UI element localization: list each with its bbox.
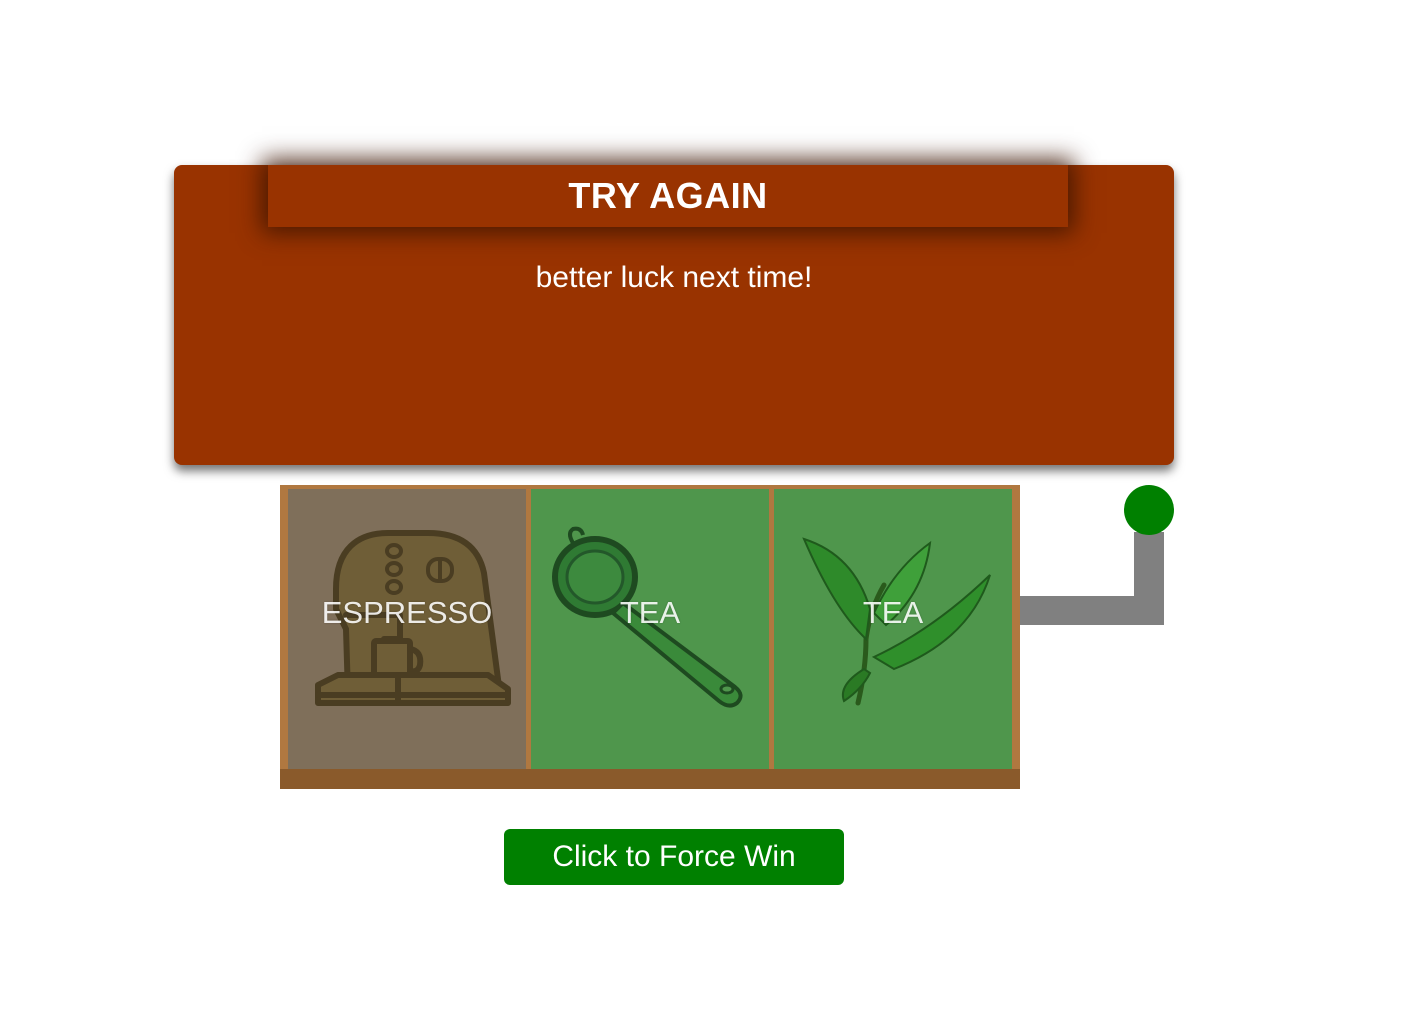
reel-1-label: ESPRESSO (321, 595, 493, 630)
lever-knob[interactable] (1124, 485, 1174, 535)
result-message: better luck next time! (535, 261, 813, 294)
reel-2-label: TEA (619, 595, 681, 630)
machine-base (280, 769, 1020, 789)
result-panel: TRY AGAIN better luck next time! (174, 165, 1174, 465)
slot-machine-game: TRY AGAIN better luck next time! ESPRESS… (0, 0, 1404, 1030)
lever-arm-vertical (1134, 532, 1164, 625)
reel-3-label: TEA (862, 595, 924, 630)
reel-2: TEA (531, 489, 769, 769)
force-win-button[interactable]: Click to Force Win (504, 829, 844, 885)
result-title: TRY AGAIN (268, 165, 1068, 227)
reel-3: TEA (774, 489, 1012, 769)
slot-machine: ESPRESSO TEA TEA (280, 485, 1020, 789)
reel-1: ESPRESSO (288, 489, 526, 769)
